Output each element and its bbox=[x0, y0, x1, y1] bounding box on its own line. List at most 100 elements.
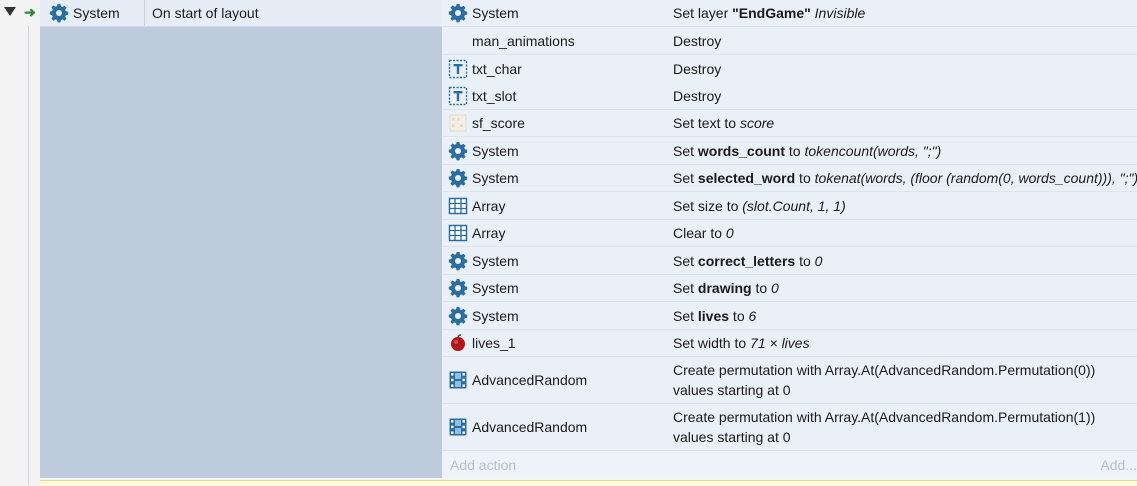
variable-name: "EndGame" bbox=[732, 5, 811, 21]
add-action-link[interactable]: Add action bbox=[450, 451, 516, 479]
action-text: Set correct_letters to 0 bbox=[673, 247, 1137, 274]
action-text-part: Destroy bbox=[673, 87, 722, 104]
spritefont-icon bbox=[448, 113, 468, 133]
action-object-label: System bbox=[472, 170, 519, 186]
action-text-part: to bbox=[795, 170, 815, 186]
event-block[interactable] bbox=[40, 0, 442, 478]
action-row[interactable]: Array Set size to (slot.Count, 1, 1) bbox=[442, 192, 1137, 220]
event-tree-line bbox=[28, 26, 29, 485]
add-more-link[interactable]: Add... bbox=[1100, 451, 1137, 479]
action-text: Destroy bbox=[673, 55, 1137, 82]
expression-value: 0 bbox=[814, 252, 823, 269]
text-object-icon bbox=[448, 86, 468, 106]
expression-value: 0 bbox=[725, 225, 734, 241]
event-sheet-gutter bbox=[0, 0, 40, 485]
action-object-label: txt_char bbox=[472, 60, 522, 77]
gear-icon bbox=[448, 251, 468, 271]
action-text: Destroy bbox=[673, 27, 1137, 54]
action-text-part: to bbox=[751, 280, 772, 296]
action-object-label: AdvancedRandom bbox=[472, 372, 588, 388]
action-text: Create permutation with Array.At(Advance… bbox=[673, 404, 1137, 450]
action-text: Set size to (slot.Count, 1, 1) bbox=[673, 192, 1137, 219]
sprite-apple-icon bbox=[448, 333, 468, 353]
action-object-label: System bbox=[472, 307, 519, 324]
action-text: Set drawing to 0 bbox=[673, 275, 1137, 301]
text-object-icon bbox=[448, 59, 468, 79]
film-strip-icon bbox=[448, 417, 468, 437]
action-object-label: man_animations bbox=[472, 32, 575, 49]
action-text: Clear to 0 bbox=[673, 220, 1137, 246]
gear-icon bbox=[448, 278, 468, 298]
collapse-event-icon[interactable] bbox=[4, 7, 16, 16]
expression-value: 6 bbox=[748, 307, 757, 324]
action-object-label: System bbox=[472, 142, 519, 159]
action-object-label: AdvancedRandom bbox=[472, 419, 588, 435]
gear-icon bbox=[448, 141, 468, 161]
action-text-part: Set bbox=[673, 307, 698, 324]
action-object-label: sf_score bbox=[472, 115, 525, 131]
gear-icon bbox=[448, 306, 468, 326]
action-text: Set width to 71 × lives bbox=[673, 330, 1137, 356]
action-text-part: to bbox=[785, 142, 805, 159]
action-object-label: Array bbox=[472, 225, 506, 241]
action-row[interactable]: AdvancedRandom Create permutation with Ar… bbox=[442, 357, 1137, 404]
expression-value: score bbox=[739, 115, 775, 131]
condition-cell[interactable]: On start of layout bbox=[145, 0, 441, 26]
expression-value: (slot.Count, 1, 1) bbox=[742, 197, 846, 214]
action-text-part: Set text to bbox=[673, 115, 740, 131]
action-text-part: Set bbox=[673, 170, 698, 186]
action-text-part: Set bbox=[673, 280, 698, 296]
action-text-part: Set bbox=[673, 252, 698, 269]
action-object-label: System bbox=[472, 280, 519, 296]
action-text-part: Create permutation with Array.At(Advance… bbox=[673, 362, 1096, 398]
action-text-part: to bbox=[795, 252, 815, 269]
action-text: Set words_count to tokencount(words, ";"… bbox=[673, 137, 1137, 164]
expression-value: 71 × lives bbox=[750, 335, 810, 351]
next-event-strip bbox=[40, 480, 1137, 486]
action-text-part: Set size to bbox=[673, 197, 743, 214]
action-text: Set layer "EndGame" Invisible bbox=[673, 0, 1137, 26]
action-object-label: System bbox=[472, 5, 519, 21]
action-text-part: Set bbox=[673, 142, 698, 159]
action-row[interactable]: txt_slot Destroy bbox=[442, 82, 1137, 110]
action-object-label: lives_1 bbox=[472, 335, 516, 351]
action-row[interactable]: System Set layer "EndGame" Invisible bbox=[442, 0, 1137, 27]
action-row[interactable]: AdvancedRandom Create permutation with Ar… bbox=[442, 404, 1137, 451]
variable-name: lives bbox=[697, 307, 730, 324]
action-object-label: txt_slot bbox=[472, 87, 517, 104]
action-text: Set text to score bbox=[673, 110, 1137, 136]
action-text-part: to bbox=[729, 307, 749, 324]
action-object-label: Array bbox=[472, 197, 506, 214]
add-action-row[interactable]: Add action Add... bbox=[442, 451, 1137, 478]
action-row[interactable]: Array Clear to 0 bbox=[442, 220, 1137, 247]
action-row[interactable]: System Set lives to 6 bbox=[442, 302, 1137, 330]
variable-name: correct_letters bbox=[697, 252, 796, 269]
action-row[interactable]: man_animations Destroy bbox=[442, 27, 1137, 55]
action-row[interactable]: System Set correct_letters to 0 bbox=[442, 247, 1137, 275]
variable-name: selected_word bbox=[697, 170, 796, 186]
action-text-part: Create permutation with Array.At(Advance… bbox=[673, 409, 1096, 445]
action-text: Set lives to 6 bbox=[673, 302, 1137, 329]
gear-icon bbox=[448, 3, 468, 23]
action-row[interactable]: System Set words_count to tokencount(word… bbox=[442, 137, 1137, 165]
action-row[interactable]: System Set selected_word to tokenat(words… bbox=[442, 165, 1137, 192]
condition-text: On start of layout bbox=[152, 5, 259, 21]
trigger-arrow-icon: ➜ bbox=[24, 4, 36, 20]
action-text-part: Clear to bbox=[673, 225, 726, 241]
action-text-part: Destroy bbox=[673, 32, 722, 49]
action-text-part: Destroy bbox=[673, 60, 722, 77]
variable-name: words_count bbox=[697, 142, 786, 159]
gear-icon bbox=[49, 4, 69, 23]
expression-value: tokencount(words, ";") bbox=[804, 142, 942, 159]
action-text: Create permutation with Array.At(Advance… bbox=[673, 357, 1137, 403]
film-strip-icon bbox=[448, 370, 468, 390]
expression-value: Invisible bbox=[814, 5, 866, 21]
action-row[interactable]: txt_char Destroy bbox=[442, 55, 1137, 83]
action-row[interactable]: sf_score Set text to score bbox=[442, 110, 1137, 137]
action-object-label: System bbox=[472, 252, 519, 269]
action-row[interactable]: System Set drawing to 0 bbox=[442, 275, 1137, 302]
action-row[interactable]: lives_1 Set width to 71 × lives bbox=[442, 330, 1137, 357]
action-text: Destroy bbox=[673, 82, 1137, 109]
variable-name: drawing bbox=[697, 280, 752, 296]
gear-icon bbox=[448, 168, 468, 188]
